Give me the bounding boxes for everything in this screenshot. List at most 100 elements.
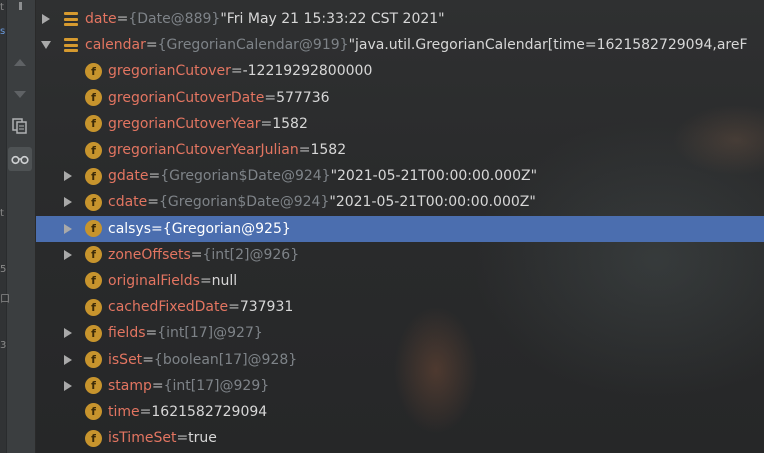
row-text: originalFields = null [108, 273, 237, 289]
move-up-button[interactable] [8, 50, 32, 74]
row-text: gdate = {Gregorian$Date@924} "2021-05-21… [108, 168, 537, 184]
tree-row-calendar[interactable]: calendar = {GregorianCalendar@919} "java… [36, 32, 764, 58]
row-text: gregorianCutoverYear = 1582 [108, 116, 308, 132]
field-icon: f [85, 62, 102, 80]
chevron-down-icon [41, 41, 51, 50]
bar-icon [18, 2, 22, 10]
tree-row-gdate[interactable]: f gdate = {Gregorian$Date@924} "2021-05-… [36, 163, 764, 189]
variable-name: stamp [108, 377, 152, 394]
variable-name: gregorianCutoverDate [108, 89, 265, 106]
tree-row-cdate[interactable]: f cdate = {Gregorian$Date@924} "2021-05-… [36, 189, 764, 215]
view-as-button[interactable] [8, 147, 32, 171]
chevron-right-icon [64, 354, 72, 365]
field-icon: f [85, 324, 102, 342]
expand-toggle[interactable] [62, 196, 74, 208]
row-text: date = {Date@889} "Fri May 21 15:33:22 C… [85, 11, 445, 27]
expand-toggle[interactable] [62, 354, 74, 366]
copy-button[interactable] [8, 114, 32, 138]
arrow-down-icon [14, 90, 26, 98]
equals-sign: = [139, 403, 152, 420]
tree-row-calsys[interactable]: f calsys = {Gregorian@925} [36, 215, 764, 242]
object-icon [64, 38, 78, 53]
variable-name: isSet [108, 351, 143, 368]
variable-name: isTimeSet [108, 430, 177, 447]
variable-value: 577736 [276, 89, 330, 106]
toolbar-edge [0, 0, 7, 453]
tree-row-gregorianCutoverYearJulian[interactable]: f gregorianCutoverYearJulian = 1582 [36, 137, 764, 163]
row-text: isSet = {boolean[17]@928} [108, 352, 297, 368]
variable-value: -12219292800000 [242, 63, 373, 80]
expand-toggle[interactable] [62, 380, 74, 392]
variables-tree: date = {Date@889} "Fri May 21 15:33:22 C… [36, 6, 764, 451]
variable-name: gregorianCutoverYear [108, 115, 261, 132]
row-text: gregorianCutoverDate = 577736 [108, 90, 330, 106]
variable-name: date [85, 11, 117, 28]
variable-value: "2021-05-21T00:00:00.000Z" [329, 194, 536, 211]
variable-value: true [188, 430, 217, 447]
chevron-right-icon [42, 14, 50, 25]
debugger-side-toolbar: t s t 5 口 3 [0, 0, 36, 453]
object-icon [64, 12, 78, 27]
equals-sign: = [147, 194, 159, 211]
tree-row-cachedFixedDate[interactable]: f cachedFixedDate = 737931 [36, 294, 764, 320]
variable-name: calsys [108, 220, 152, 237]
tree-row-stamp[interactable]: f stamp = {int[17]@929} [36, 373, 764, 399]
tree-row-gregorianCutover[interactable]: f gregorianCutover = -12219292800000 [36, 58, 764, 84]
field-icon: f [85, 220, 102, 238]
variable-name: time [108, 403, 140, 420]
row-text: cdate = {Gregorian$Date@924} "2021-05-21… [108, 194, 536, 210]
expand-toggle[interactable] [62, 327, 74, 339]
row-text: zoneOffsets = {int[2]@926} [108, 247, 299, 263]
field-icon: f [85, 193, 102, 211]
field-icon: f [85, 403, 102, 421]
variable-name: zoneOffsets [108, 246, 191, 263]
equals-sign: = [228, 299, 240, 316]
variable-value: null [211, 272, 238, 289]
edge-mark: t [0, 208, 4, 219]
equals-sign: = [176, 430, 189, 447]
object-reference: {Gregorian@925} [162, 220, 291, 237]
tree-row-fields[interactable]: f fields = {int[17]@927} [36, 320, 764, 346]
tree-row-zoneOffsets[interactable]: f zoneOffsets = {int[2]@926} [36, 242, 764, 268]
variable-value: "2021-05-21T00:00:00.000Z" [330, 168, 538, 185]
collapse-toggle[interactable] [40, 39, 52, 51]
expand-toggle[interactable] [62, 170, 74, 182]
equals-sign: = [145, 325, 158, 342]
row-text: cachedFixedDate = 737931 [108, 299, 293, 315]
field-icon: f [85, 272, 102, 290]
move-down-button[interactable] [8, 82, 32, 106]
expand-toggle[interactable] [62, 223, 74, 235]
row-text: gregorianCutoverYearJulian = 1582 [108, 142, 346, 158]
object-reference: {Date@889} [128, 11, 221, 28]
arrow-up-icon [14, 58, 26, 66]
chevron-right-icon [64, 171, 72, 182]
row-text: time = 1621582729094 [108, 404, 267, 420]
tree-row-gregorianCutoverYear[interactable]: f gregorianCutoverYear = 1582 [36, 111, 764, 137]
tree-row-gregorianCutoverDate[interactable]: f gregorianCutoverDate = 577736 [36, 85, 764, 111]
tree-row-date[interactable]: date = {Date@889} "Fri May 21 15:33:22 C… [36, 6, 764, 32]
variable-name: gregorianCutoverYearJulian [108, 142, 299, 159]
equals-sign: = [298, 142, 311, 159]
tree-row-time[interactable]: f time = 1621582729094 [36, 399, 764, 425]
equals-sign: = [148, 168, 161, 185]
field-icon: f [85, 351, 102, 369]
tree-row-originalFields[interactable]: f originalFields = null [36, 268, 764, 294]
variable-value: 1582 [310, 142, 347, 159]
toolbar-top-button[interactable] [8, 0, 32, 18]
variable-name: calendar [85, 37, 146, 54]
variable-value: "Fri May 21 15:33:22 CST 2021" [220, 11, 445, 28]
tree-row-isSet[interactable]: f isSet = {boolean[17]@928} [36, 346, 764, 372]
variable-value: 1621582729094 [151, 403, 268, 420]
variable-value: 1582 [272, 115, 308, 132]
expand-toggle[interactable] [40, 13, 52, 25]
row-text: fields = {int[17]@927} [108, 325, 263, 341]
edge-mark: 口 [0, 294, 10, 305]
equals-sign: = [142, 351, 154, 368]
row-text: stamp = {int[17]@929} [108, 378, 269, 394]
tree-row-isTimeSet[interactable]: f isTimeSet = true [36, 425, 764, 451]
field-icon: f [85, 429, 102, 447]
expand-toggle[interactable] [62, 249, 74, 261]
object-reference: {int[17]@927} [157, 325, 263, 342]
equals-sign: = [190, 246, 203, 263]
equals-sign: = [199, 272, 212, 289]
